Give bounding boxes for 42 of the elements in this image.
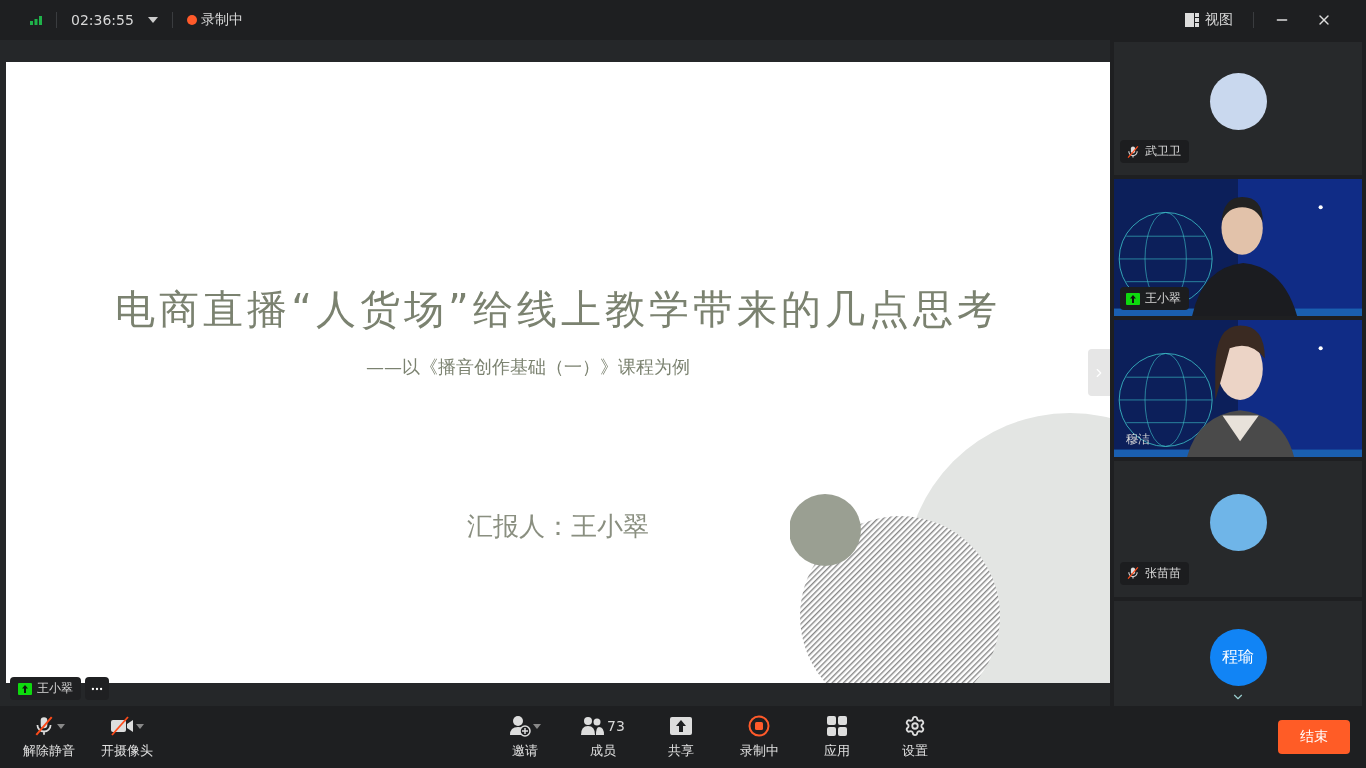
layout-view-icon[interactable] (1185, 13, 1199, 27)
settings-icon (904, 715, 926, 737)
participant-name: 张苗苗 (1145, 564, 1181, 582)
signal-icon (30, 15, 42, 25)
toolbar-button[interactable]: 邀请 (486, 709, 564, 765)
toolbar-button[interactable]: 解除静音 (10, 709, 88, 765)
mic-muted-icon (33, 715, 55, 737)
toolbar-button[interactable]: 73 成员 (564, 709, 642, 765)
caret-icon (136, 723, 144, 729)
slide-subtitle: ——以《播音创作基础（一）》课程为例 (366, 355, 690, 379)
toolbar-button[interactable]: 开摄像头 (88, 709, 166, 765)
speaker-name: 王小翠 (37, 680, 73, 697)
toolbar-button[interactable]: 设置 (876, 709, 954, 765)
slide-presenter: 汇报人：王小翠 (467, 510, 649, 543)
camera-off-icon (110, 716, 134, 736)
recording-status: 录制中 (200, 11, 243, 29)
members-icon (581, 716, 606, 736)
record-icon (748, 715, 770, 737)
participant-tile[interactable]: 王小翠 (1114, 179, 1362, 317)
participant-tile[interactable]: 穆洁 (1114, 320, 1362, 458)
apps-grid-icon (827, 716, 847, 736)
dropdown-caret-icon[interactable] (147, 17, 158, 23)
participant-name: 王小翠 (1145, 290, 1181, 308)
more-button[interactable] (85, 677, 109, 700)
caret-icon (57, 723, 65, 729)
participant-tile[interactable]: 程瑜 (1114, 600, 1362, 706)
toolbar-button[interactable]: 应用 (798, 709, 876, 765)
toolbar-button[interactable]: 共享 (642, 709, 720, 765)
participant-name: 穆洁 (1126, 431, 1150, 449)
participant-tile[interactable]: 武卫卫 (1114, 42, 1362, 176)
add-user-icon (509, 715, 531, 737)
toolbar-button[interactable]: 录制中 (720, 709, 798, 765)
participant-tile[interactable]: 张苗苗 (1114, 461, 1362, 597)
share-icon (670, 717, 692, 735)
member-count: 73 (607, 718, 625, 734)
caret-icon (533, 723, 541, 729)
participant-name: 武卫卫 (1145, 143, 1181, 161)
slide-title: 电商直播“人货场”给线上教学带来的几点思考 (115, 285, 1001, 334)
recording-dot (186, 15, 197, 25)
initials-avatar: 程瑜 (1209, 628, 1267, 686)
meeting-timer: 02:36:55 (71, 12, 134, 28)
view-button[interactable]: 视图 (1205, 11, 1233, 29)
